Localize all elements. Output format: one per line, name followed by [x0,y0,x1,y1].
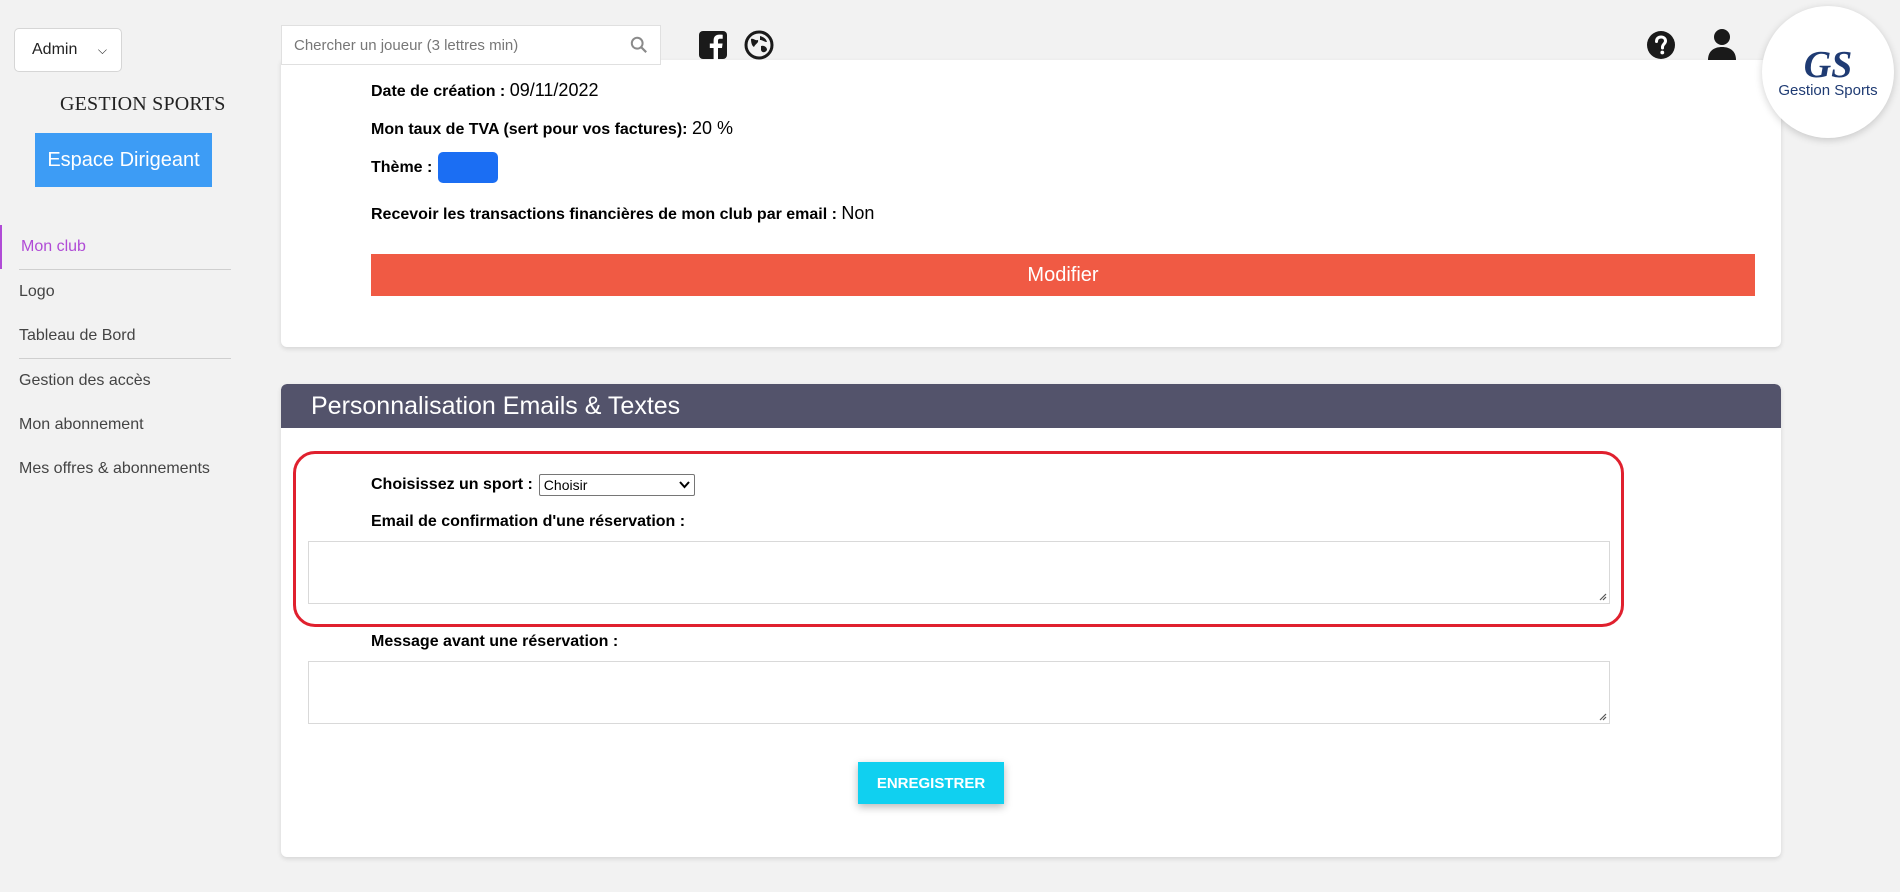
role-select[interactable]: Admin ⌵ [14,28,122,72]
globe-icon[interactable] [743,29,775,61]
tva-label: Mon taux de TVA (sert pour vos factures)… [371,121,688,138]
logo-text: Gestion Sports [1778,81,1878,99]
sport-label: Choisissez un sport : [371,476,533,493]
sidebar-item-mon-club[interactable]: Mon club [0,225,231,269]
search-icon[interactable] [630,36,648,54]
club-info-card: Date de création : 09/11/2022 Mon taux d… [281,60,1781,347]
modify-button[interactable]: Modifier [371,254,1755,296]
theme-color-swatch [438,152,499,183]
logo-monogram: GS [1803,43,1853,86]
financial-email-row: Recevoir les transactions financières de… [371,203,874,224]
sidebar-item-offres-abonnements[interactable]: Mes offres & abonnements [0,447,231,491]
financial-email-label: Recevoir les transactions financières de… [371,206,837,223]
message-reservation-textarea[interactable] [308,661,1610,724]
chevron-down-icon: ⌵ [97,42,107,57]
theme-row: Thème : [371,152,499,183]
sidebar-item-gestion-acces[interactable]: Gestion des accès [0,359,231,403]
facebook-icon[interactable] [697,29,729,61]
sidebar-nav: Mon club Logo Tableau de Bord Gestion de… [0,225,231,491]
tva-value: 20 % [691,118,733,138]
financial-email-value: Non [841,203,875,223]
creation-date-label: Date de création : [371,83,506,100]
brand-title: GESTION SPORTS [60,93,226,115]
resize-handle-icon[interactable] [1597,591,1607,601]
gestion-sports-logo[interactable]: GS Gestion Sports [1762,6,1894,138]
creation-date-row: Date de création : 09/11/2022 [371,80,598,101]
sport-row: Choisissez un sport : Choisir [371,474,695,496]
theme-label: Thème : [371,158,433,176]
sidebar-item-tableau-de-bord[interactable]: Tableau de Bord [0,314,231,358]
personnalisation-card: Personnalisation Emails & Textes Choisis… [281,384,1781,857]
email-confirmation-label: Email de confirmation d'une réservation … [371,513,686,530]
save-button[interactable]: ENREGISTRER [858,762,1004,804]
section-title: Personnalisation Emails & Textes [281,384,1781,428]
role-select-value: Admin [32,41,78,58]
search-placeholder: Chercher un joueur (3 lettres min) [294,36,519,54]
creation-date-value: 09/11/2022 [509,80,599,100]
espace-dirigeant-button[interactable]: Espace Dirigeant [35,133,212,187]
user-account-icon[interactable] [1705,27,1739,61]
sidebar-item-logo[interactable]: Logo [0,270,231,314]
resize-handle-icon[interactable] [1597,711,1607,721]
sport-select[interactable]: Choisir [538,474,695,496]
chevron-down-icon [679,481,690,489]
message-reservation-label: Message avant une réservation : [371,633,619,650]
email-confirmation-textarea[interactable] [308,541,1610,604]
help-icon[interactable] [1645,29,1677,61]
sidebar-item-mon-abonnement[interactable]: Mon abonnement [0,403,231,447]
tva-row: Mon taux de TVA (sert pour vos factures)… [371,118,733,139]
player-search-input[interactable]: Chercher un joueur (3 lettres min) [281,25,661,65]
sport-select-value: Choisir [543,477,588,493]
